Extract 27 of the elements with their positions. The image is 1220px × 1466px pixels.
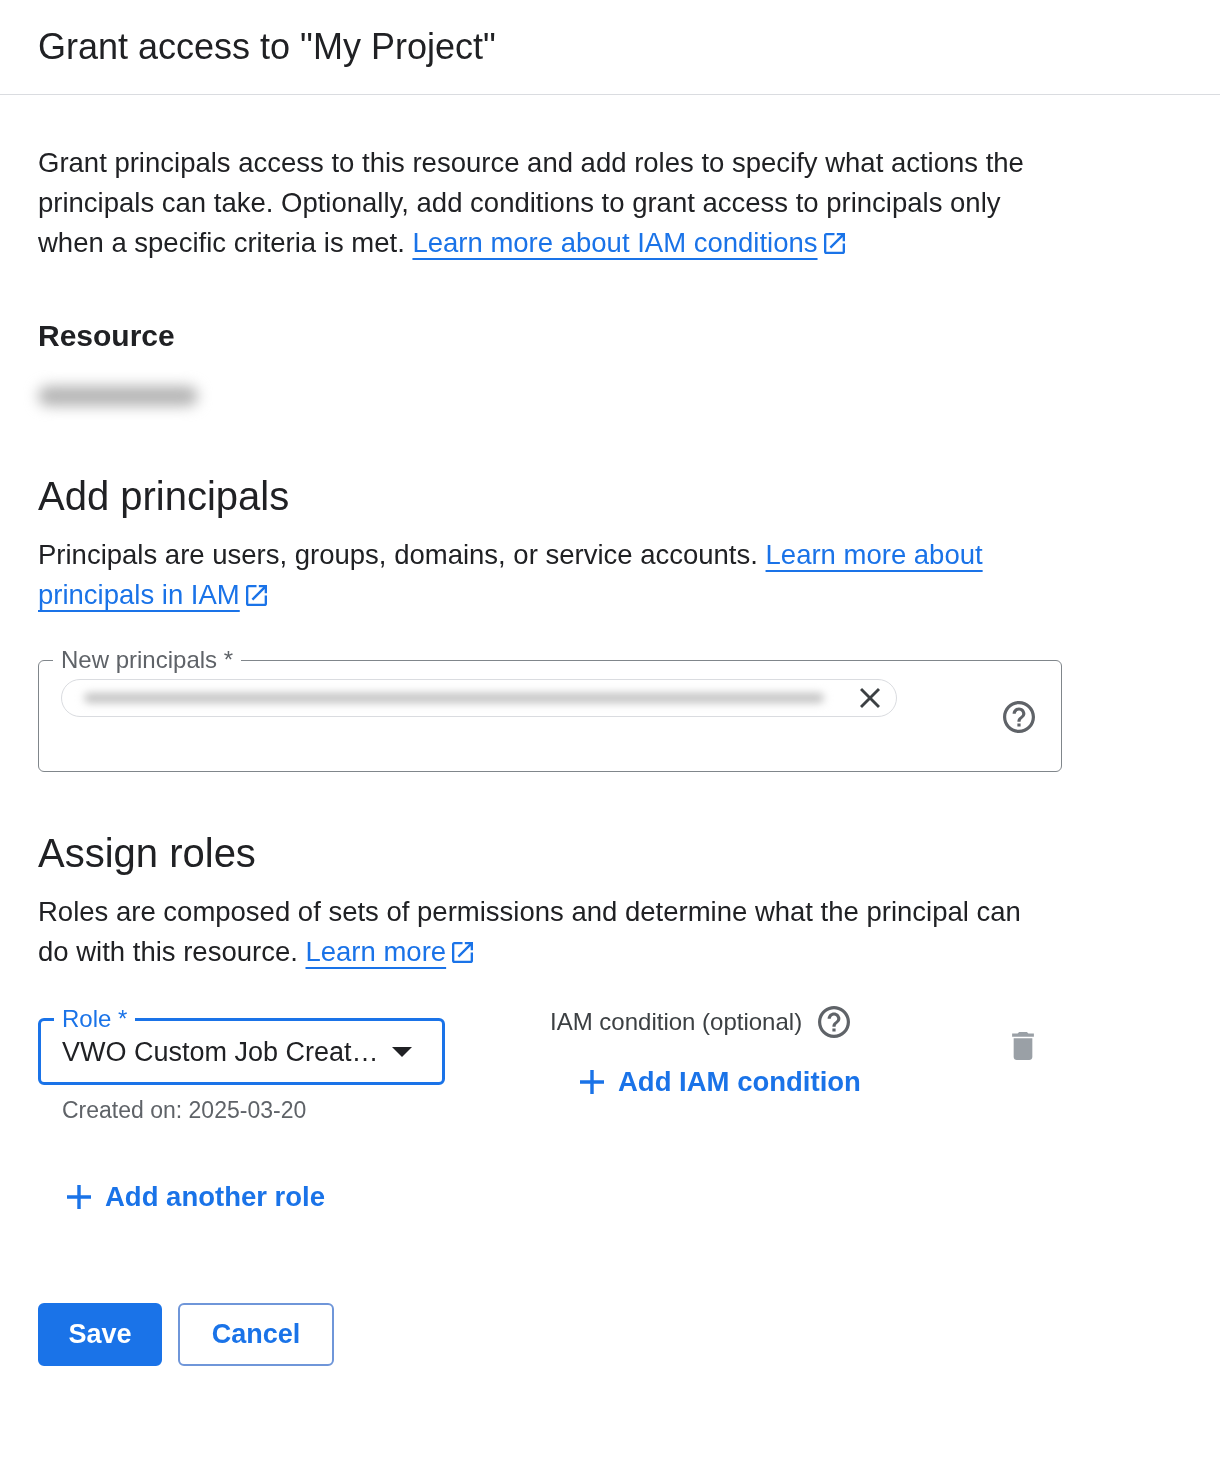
condition-label: IAM condition (optional) [550,1007,803,1037]
plus-icon [67,1185,91,1209]
add-role-button[interactable]: Add another role [67,1173,325,1221]
add-condition-button[interactable]: Add IAM condition [580,1058,861,1106]
help-icon[interactable] [818,1006,851,1038]
cancel-button[interactable]: Cancel [178,1303,334,1366]
learn-more-link[interactable]: principals in IAM [38,579,240,610]
help-icon[interactable] [1003,701,1035,733]
save-button[interactable]: Save [38,1303,162,1366]
learn-more-link[interactable]: Learn more about [765,539,983,570]
plus-icon [580,1070,604,1094]
trash-icon[interactable] [1012,1032,1034,1060]
caret-icon [392,1047,412,1057]
description-text: Roles are composed of sets of permissions and determine what the principal can do with this resource. Learn more [38,895,1022,969]
external-link-icon [452,942,474,963]
description-text: Principals are users, groups, domains, or service accounts. Learn more about principals in IAM [38,538,984,612]
external-link-icon [245,585,267,606]
dialog-title: Grant access to "My Project" [38,25,496,69]
learn-more-link[interactable]: Learn more about IAM conditions [412,227,818,258]
section-heading: Add principals [38,473,290,520]
description-text: Grant principals access to this resource and add roles to specify what actions the principals can take. Optionally, add conditions to grant access to principals only when a specific criteria is met. Learn more about IAM conditions [38,146,1025,260]
section-heading: Resource [38,318,175,354]
external-link-icon [823,233,845,254]
section-heading: Assign roles [38,830,256,877]
learn-more-link[interactable]: Learn more [305,936,447,967]
close-icon[interactable] [860,688,880,708]
helper-text: Created on: 2025-03-20 [62,1097,308,1123]
